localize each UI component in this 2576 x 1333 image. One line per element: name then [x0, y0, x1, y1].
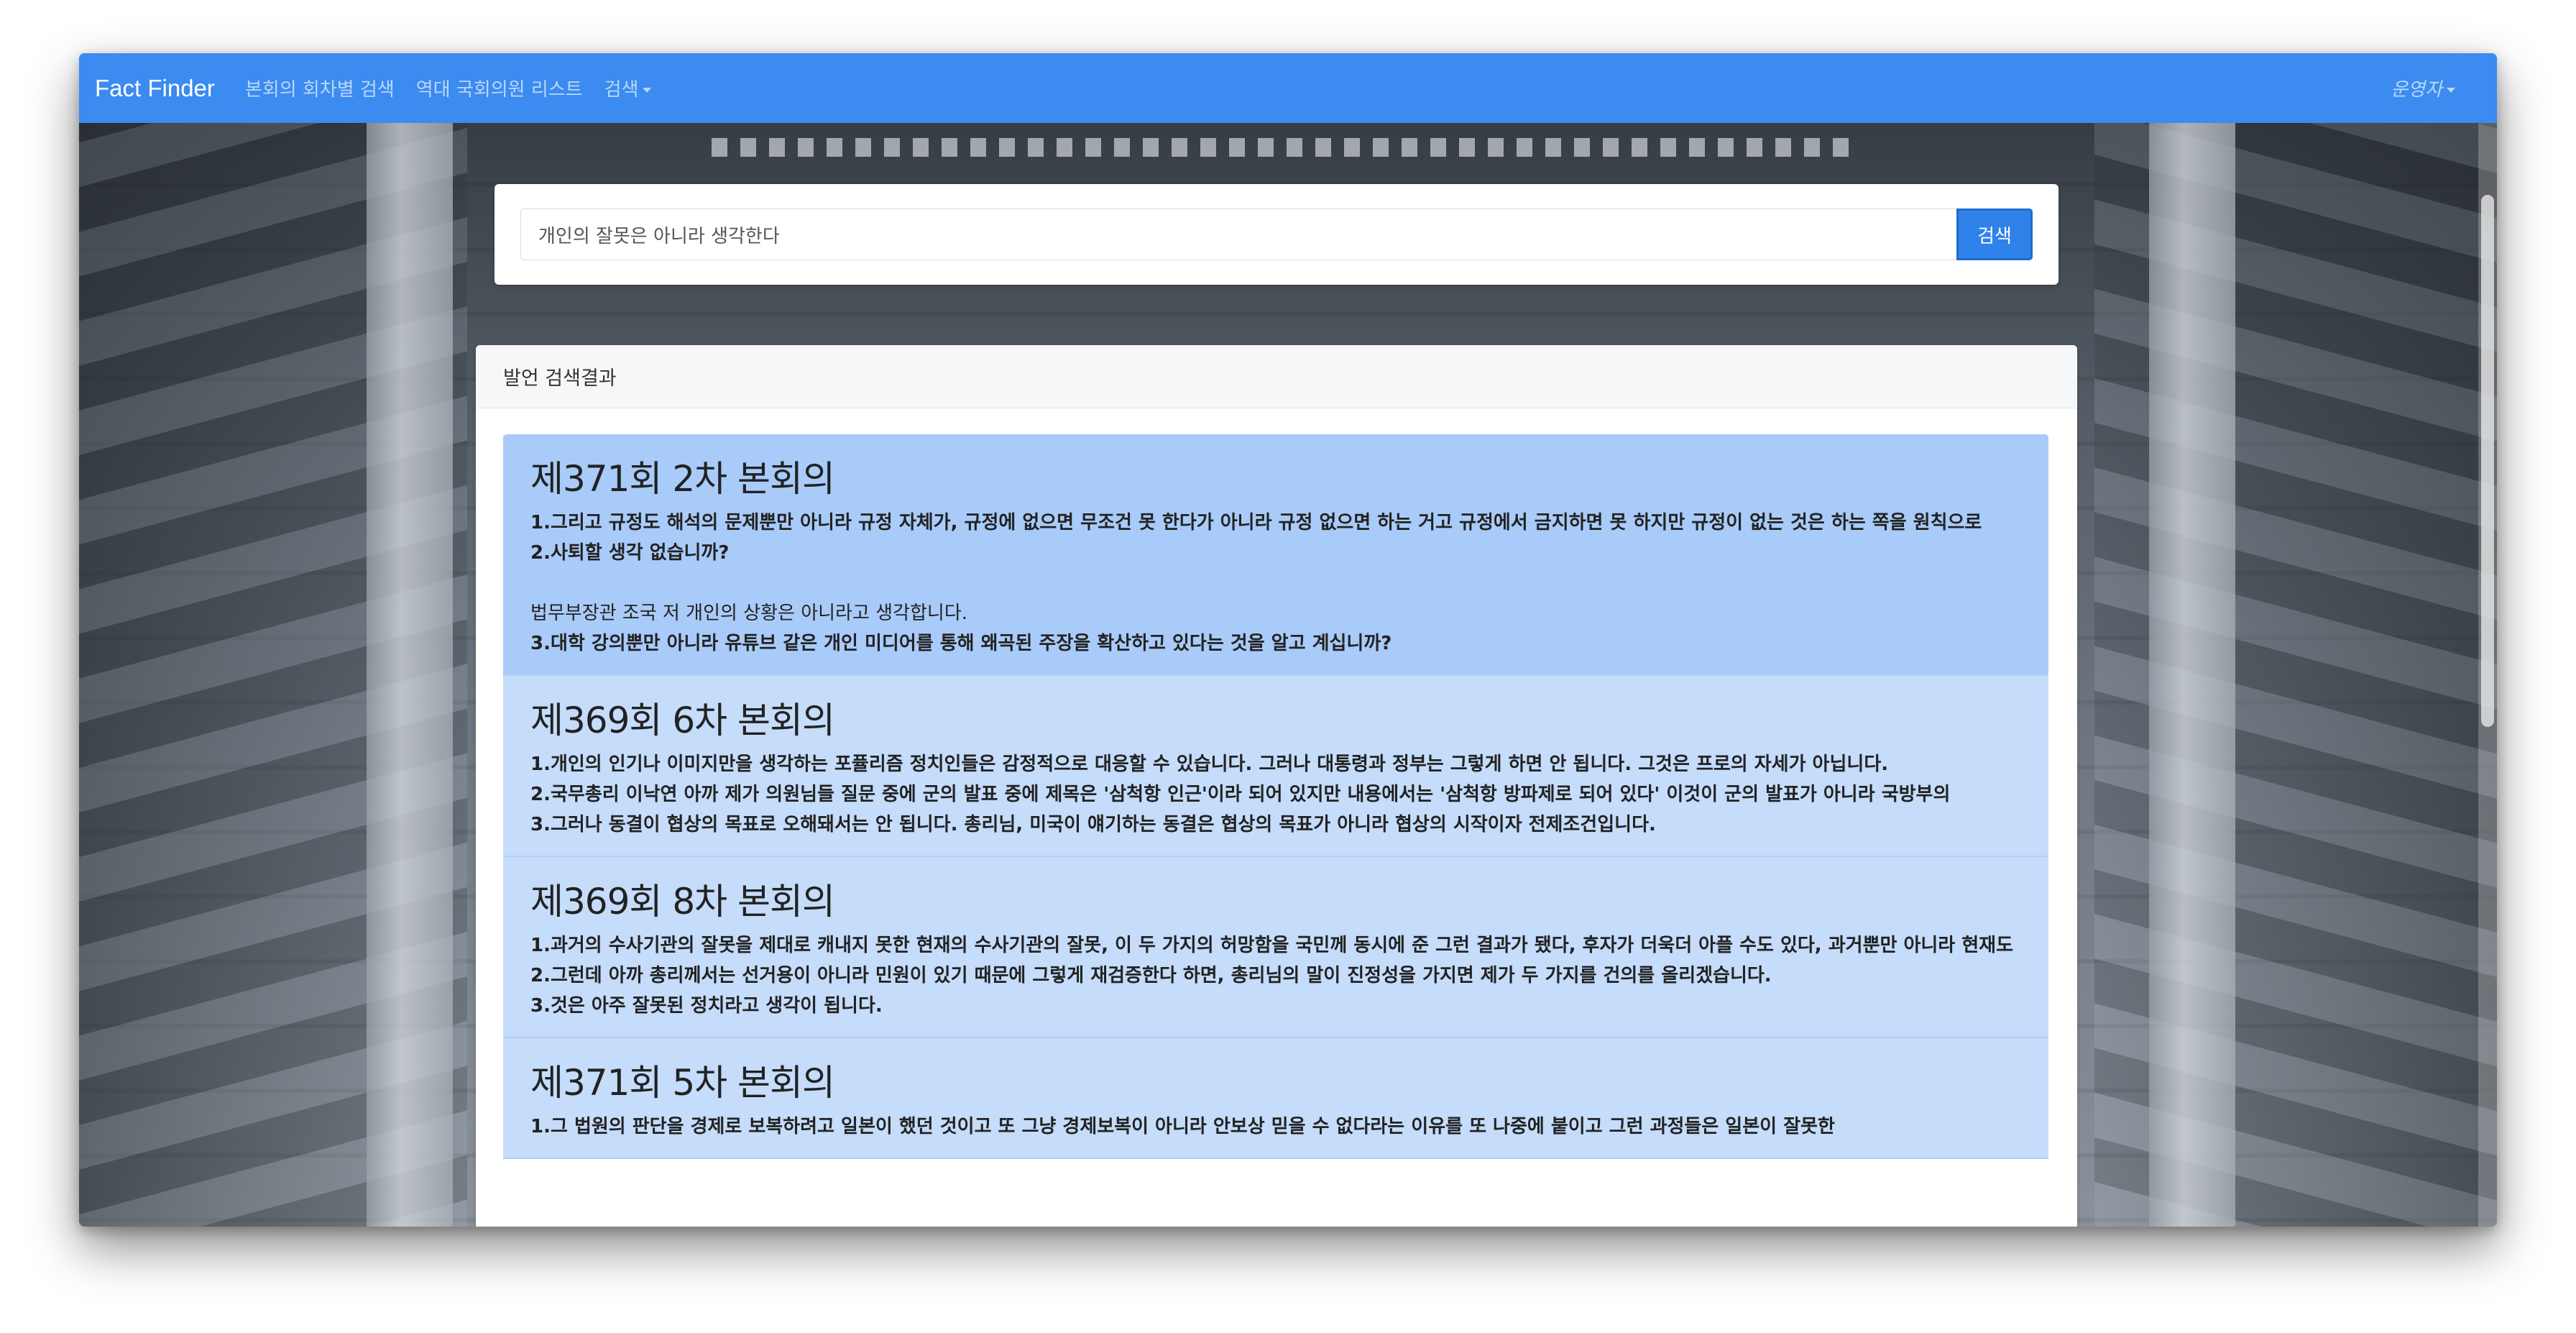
nav-link-session-search[interactable]: 본회의 회차별 검색 — [245, 75, 395, 101]
result-snippet: 2.사퇴할 생각 없습니까? — [530, 542, 730, 564]
search-input[interactable] — [520, 209, 1956, 260]
nav-link-member-list[interactable]: 역대 국회의원 리스트 — [416, 75, 583, 101]
result-snippet: 2.그런데 아까 총리께서는 선거용이 아니라 민원이 있기 때문에 그렇게 재… — [530, 965, 1772, 986]
result-snippet: 1.개인의 인기나 이미지만을 생각하는 포퓰리즘 정치인들은 감정적으로 대응… — [530, 753, 1889, 775]
result-snippet: 1.과거의 수사기관의 잘못을 제대로 캐내지 못한 현재의 수사기관의 잘못,… — [530, 935, 2014, 956]
background-pillar — [367, 123, 453, 1227]
result-snippet: 2.국무총리 이낙연 아까 제가 의원님들 질문 중에 군의 발표 중에 제목은… — [530, 784, 1951, 805]
result-title: 제371회 2차 본회의 — [530, 458, 835, 500]
result-item[interactable]: 제369회 8차 본회의 1.과거의 수사기관의 잘못을 제대로 캐내지 못한 현… — [503, 857, 2048, 1038]
scrollbar[interactable] — [2478, 123, 2497, 1227]
search-button[interactable]: 검색 — [1956, 209, 2033, 260]
result-title: 제371회 5차 본회의 — [530, 1062, 835, 1104]
nav-dropdown-search[interactable]: 검색 — [604, 75, 652, 101]
result-snippet: 3.대학 강의뿐만 아니라 유튜브 같은 개인 미디어를 통해 왜곡된 주장을 … — [530, 633, 1392, 654]
results-list: 제371회 2차 본회의 1.그리고 규정도 해석의 문제뿐만 아니라 규정 자체… — [503, 434, 2048, 1159]
user-name: 운영자 — [2391, 79, 2442, 101]
nav-dropdown-label: 검색 — [604, 79, 639, 101]
search-card: 검색 — [494, 184, 2058, 285]
result-snippet: 1.그 법원의 판단을 경제로 보복하려고 일본이 했던 것이고 또 그냥 경제… — [530, 1116, 1835, 1137]
results-card: 발언 검색결과 제371회 2차 본회의 1.그리고 규정도 해석의 문제뿐만 아… — [476, 345, 2077, 1227]
result-item[interactable]: 제369회 6차 본회의 1.개인의 인기나 이미지만을 생각하는 포퓰리즘 정치… — [503, 676, 2048, 857]
navbar: Fact Finder 본회의 회차별 검색 역대 국회의원 리스트 검색 운영… — [79, 53, 2497, 123]
result-item[interactable]: 제371회 5차 본회의 1.그 법원의 판단을 경제로 보복하려고 일본이 했던… — [503, 1038, 2048, 1159]
brand-logo[interactable]: Fact Finder — [95, 75, 215, 102]
result-title: 제369회 8차 본회의 — [530, 881, 835, 922]
caret-down-icon — [643, 88, 652, 93]
scrollbar-thumb[interactable] — [2481, 195, 2494, 727]
caret-down-icon — [2447, 88, 2455, 93]
search-group: 검색 — [520, 209, 2033, 260]
user-menu[interactable]: 운영자 — [2391, 75, 2455, 101]
result-snippet: 1.그리고 규정도 해석의 문제뿐만 아니라 규정 자체가, 규정에 없으면 무… — [530, 512, 1982, 533]
background-seats — [712, 138, 1862, 157]
result-title: 제369회 6차 본회의 — [530, 700, 835, 741]
result-snippet: 법무부장관 조국 저 개인의 상황은 아니라고 생각합니다. — [530, 603, 968, 624]
result-snippet: 3.그러나 동결이 협상의 목표로 오해돼서는 안 됩니다. 총리님, 미국이 … — [530, 814, 1656, 835]
result-item[interactable]: 제371회 2차 본회의 1.그리고 규정도 해석의 문제뿐만 아니라 규정 자체… — [503, 434, 2048, 676]
background-pillar — [2149, 123, 2235, 1227]
browser-window: Fact Finder 본회의 회차별 검색 역대 국회의원 리스트 검색 운영… — [79, 53, 2497, 1227]
result-blank-line — [530, 568, 2021, 598]
result-snippet: 3.것은 아주 잘못된 정치라고 생각이 됩니다. — [530, 995, 883, 1017]
results-header: 발언 검색결과 — [476, 345, 2077, 408]
